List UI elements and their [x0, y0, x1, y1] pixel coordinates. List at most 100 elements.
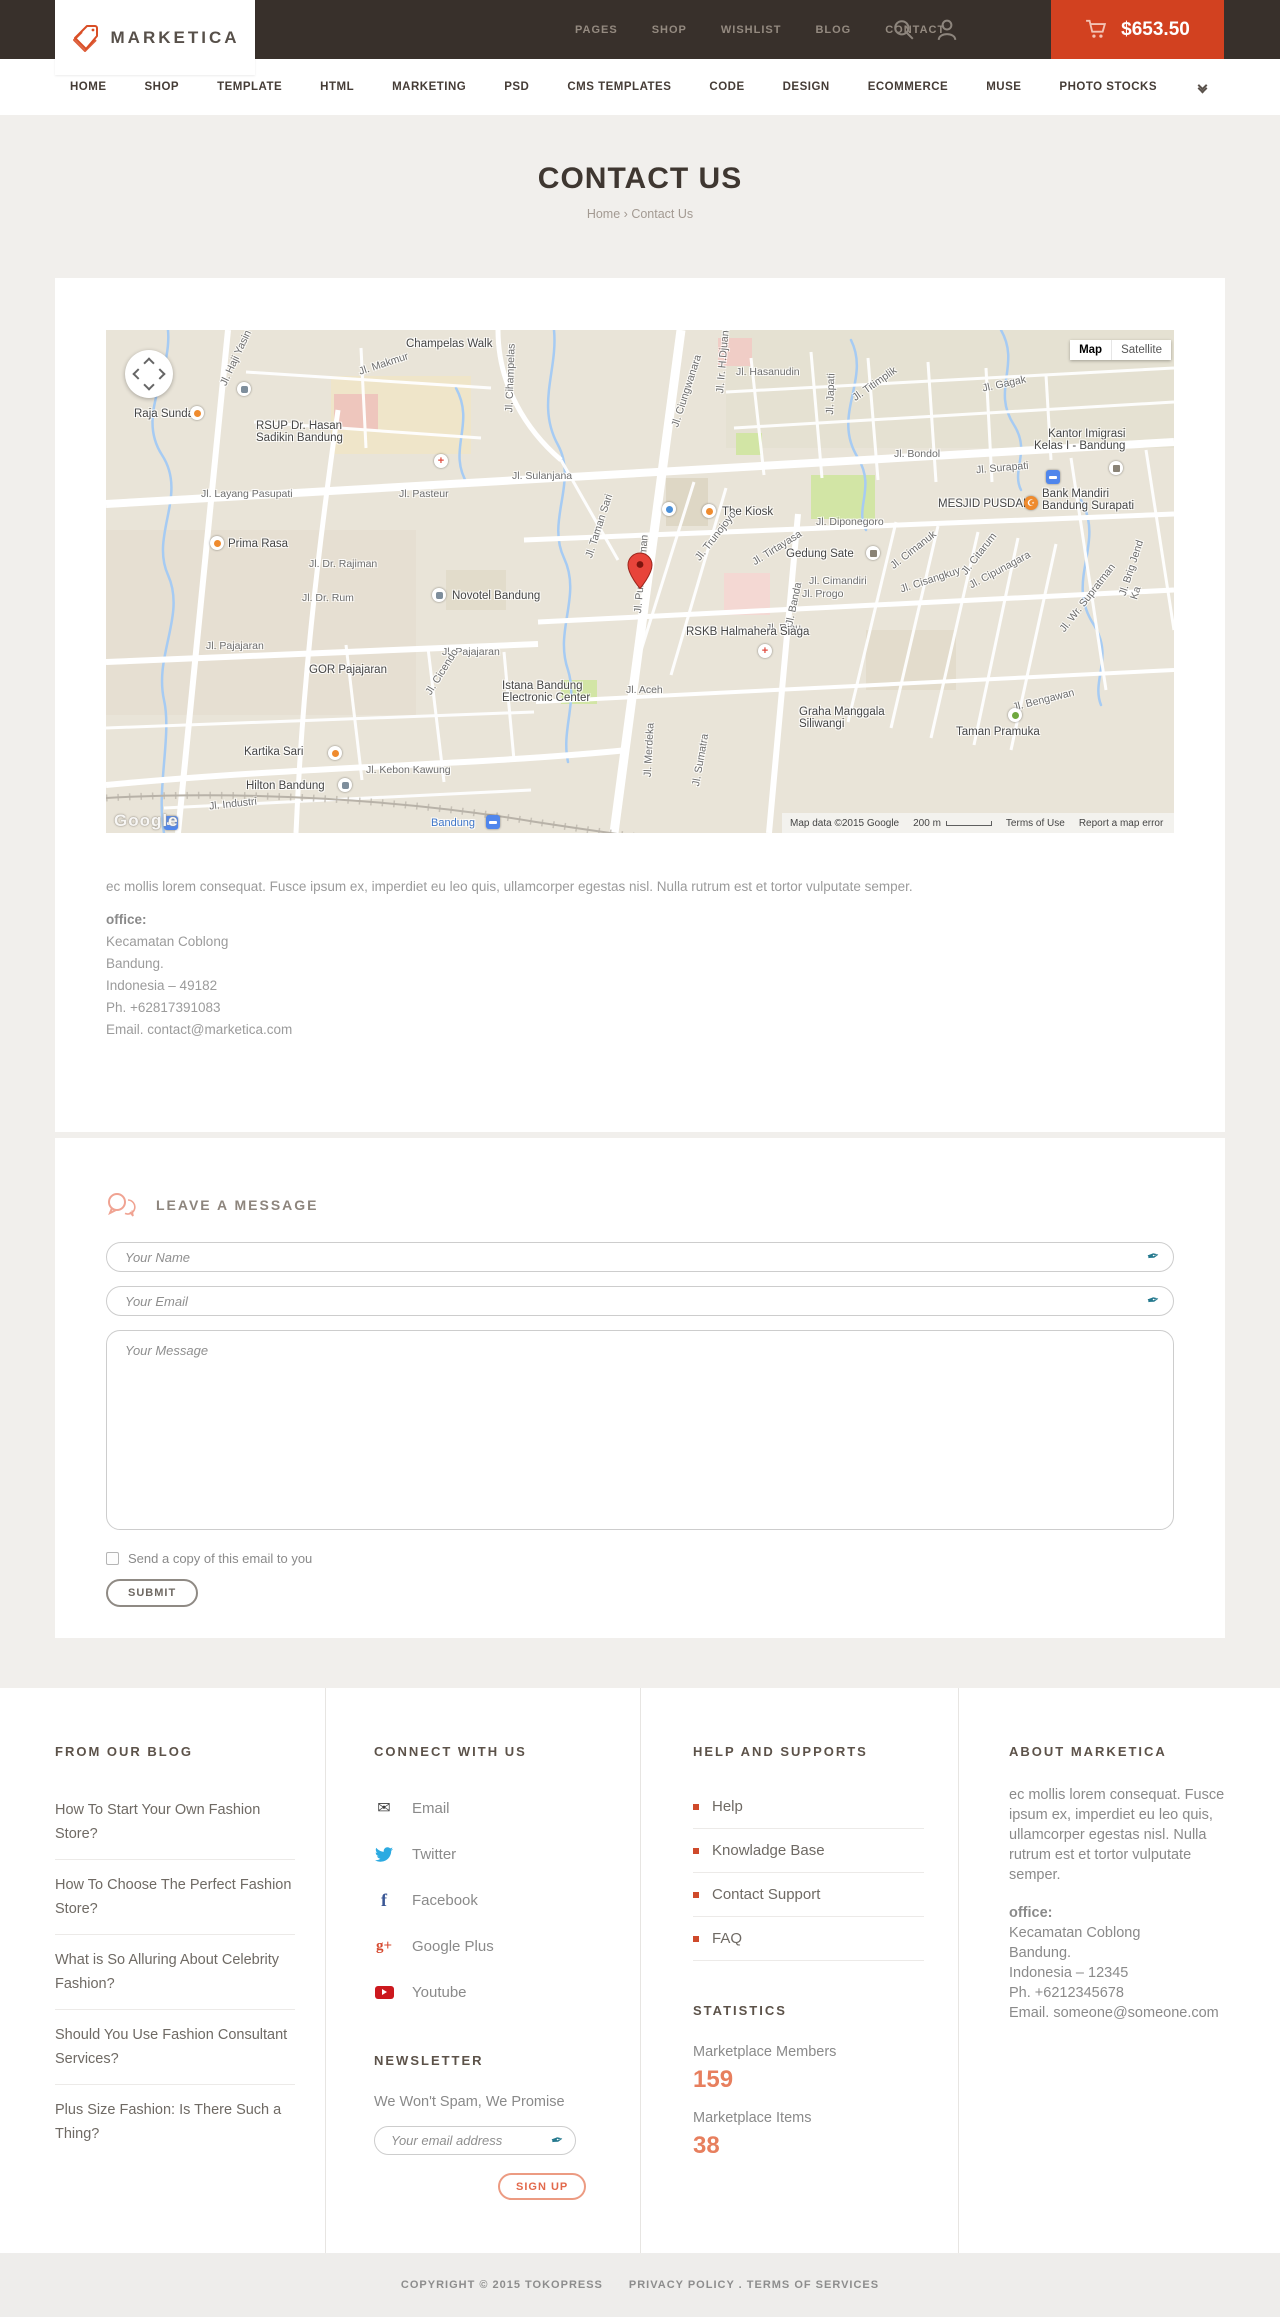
- page-header: CONTACT US Home › Contact Us: [0, 115, 1280, 278]
- nav-item-psd[interactable]: PSD: [504, 81, 529, 93]
- map-label: Jl. Cihampelas: [503, 343, 518, 413]
- help-link[interactable]: FAQ: [693, 1917, 924, 1961]
- about-email: Email. someone@someone.com: [1009, 2005, 1219, 2021]
- map-label: Champelas Walk: [406, 338, 493, 350]
- nav-item-code[interactable]: CODE: [709, 81, 744, 93]
- map-label: GOR Pajajaran: [309, 664, 387, 676]
- footer-connect-column: CONNECT WITH US ✉ Email Twitter f Facebo…: [325, 1688, 640, 2253]
- about-text: ec mollis lorem consequat. Fusce ipsum e…: [1009, 1787, 1225, 1883]
- brand-name: MARKETICA: [110, 27, 240, 47]
- blog-link[interactable]: Should You Use Fashion Consultant Servic…: [55, 2010, 295, 2085]
- help-link[interactable]: Help: [693, 1785, 924, 1829]
- social-link-youtube[interactable]: Youtube: [374, 1969, 610, 2015]
- send-copy-checkbox[interactable]: [106, 1552, 119, 1565]
- help-link[interactable]: Knowladge Base: [693, 1829, 924, 1873]
- office-label: office:: [106, 912, 147, 927]
- footer-connect-heading: CONNECT WITH US: [374, 1744, 527, 1759]
- help-link[interactable]: Contact Support: [693, 1873, 924, 1917]
- brand-logo[interactable]: MARKETICA: [55, 0, 255, 75]
- nav-item-marketing[interactable]: MARKETING: [392, 81, 466, 93]
- nav-item-template[interactable]: TEMPLATE: [217, 81, 282, 93]
- user-account-icon[interactable]: [937, 19, 957, 41]
- nav-item-home[interactable]: HOME: [70, 81, 107, 93]
- blog-link[interactable]: Plus Size Fashion: Is There Such a Thing…: [55, 2085, 295, 2159]
- message-textarea[interactable]: [106, 1330, 1174, 1530]
- newsletter-promise: We Won't Spam, We Promise: [374, 2094, 565, 2110]
- map-report-error-link[interactable]: Report a map error: [1079, 818, 1163, 829]
- pan-right-icon[interactable]: [154, 368, 166, 380]
- tag-logo-icon: [72, 24, 98, 52]
- social-link-twitter[interactable]: Twitter: [374, 1831, 610, 1877]
- map-poi-bank-icon: [1046, 470, 1060, 484]
- bullet-icon: [693, 1891, 699, 1898]
- header-link-wishlist[interactable]: WISHLIST: [721, 24, 782, 36]
- cart-button[interactable]: $653.50: [1051, 0, 1224, 59]
- map-label: Jl. Dr. Rum: [302, 592, 354, 604]
- map-marker-icon[interactable]: [627, 552, 653, 590]
- nav-item-muse[interactable]: MUSE: [986, 81, 1021, 93]
- map-data-credit: Map data ©2015 Google: [790, 817, 900, 829]
- footer-blog-heading: FROM OUR BLOG: [55, 1744, 193, 1759]
- chat-bubbles-icon: [108, 1193, 136, 1217]
- map-label: Jl. Cimandiri: [809, 575, 867, 587]
- map-pan-control[interactable]: [125, 350, 173, 398]
- bullet-icon: [693, 1803, 699, 1810]
- map-label: Jl. Japati: [823, 373, 838, 415]
- map-terms-link[interactable]: Terms of Use: [1006, 818, 1065, 829]
- header-link-blog[interactable]: BLOG: [815, 24, 851, 36]
- send-copy-row: Send a copy of this email to you: [106, 1551, 1174, 1566]
- contact-intro-text: ec mollis lorem consequat. Fusce ipsum e…: [106, 879, 913, 894]
- social-link-facebook[interactable]: f Facebook: [374, 1877, 610, 1923]
- pan-down-icon[interactable]: [143, 379, 155, 391]
- footer-blog-column: FROM OUR BLOG How To Start Your Own Fash…: [0, 1688, 325, 2253]
- nav-item-ecommerce[interactable]: ECOMMERCE: [868, 81, 949, 93]
- nav-more-chevron-icon[interactable]: [1195, 78, 1210, 96]
- breadcrumb-home[interactable]: Home: [587, 207, 620, 221]
- map-label: Graha Manggala Siliwangi: [799, 706, 885, 730]
- header-link-pages[interactable]: PAGES: [575, 24, 618, 36]
- google-map[interactable]: Champelas Walk Jl. Hasanudin Jl. Haji Ya…: [106, 330, 1174, 833]
- nav-item-photo-stocks[interactable]: PHOTO STOCKS: [1059, 81, 1157, 93]
- pan-left-icon[interactable]: [132, 368, 144, 380]
- nav-item-cms-templates[interactable]: CMS TEMPLATES: [567, 81, 671, 93]
- search-icon[interactable]: [893, 19, 915, 41]
- map-attribution: Map data ©2015 Google 200 m Terms of Use…: [782, 813, 1174, 833]
- map-poi-shopping-icon: [662, 502, 676, 516]
- stat-label: Marketplace Items: [693, 2110, 812, 2126]
- map-label: Raja Sunda: [134, 408, 195, 420]
- signup-button[interactable]: SIGN UP: [498, 2173, 587, 2200]
- map-poi-hospital-icon: +: [758, 644, 772, 658]
- header-link-shop[interactable]: SHOP: [652, 24, 687, 36]
- map-label-city: Bandung: [431, 817, 476, 829]
- about-address-line: Bandung.: [1009, 1945, 1072, 1961]
- social-link-google-plus[interactable]: g+ Google Plus: [374, 1923, 610, 1969]
- submit-button[interactable]: SUBMIT: [106, 1579, 199, 1607]
- office-email: Email. contact@marketica.com: [106, 1022, 293, 1037]
- office-address-line: Bandung.: [106, 956, 164, 971]
- blog-link[interactable]: What is So Alluring About Celebrity Fash…: [55, 1935, 295, 2010]
- copyright-text: COPYRIGHT © 2015 TOKOPRESS: [400, 2279, 603, 2291]
- blog-link[interactable]: How To Choose The Perfect Fashion Store?: [55, 1860, 295, 1935]
- map-scale-bar: 200 m: [913, 818, 992, 829]
- bullet-icon: [693, 1847, 699, 1854]
- map-label: Jl. Pasteur: [399, 488, 449, 500]
- blog-link[interactable]: How To Start Your Own Fashion Store?: [55, 1785, 295, 1860]
- name-input[interactable]: [106, 1242, 1174, 1272]
- stat-label: Marketplace Members: [693, 2044, 837, 2060]
- newsletter-email-input[interactable]: [374, 2126, 576, 2155]
- nav-item-design[interactable]: DESIGN: [783, 81, 830, 93]
- email-input[interactable]: [106, 1286, 1174, 1316]
- map-type-map-button[interactable]: Map: [1070, 340, 1112, 360]
- map-type-satellite-button[interactable]: Satellite: [1111, 340, 1171, 360]
- map-label: Jl. Pajajaran: [206, 640, 264, 652]
- pan-up-icon[interactable]: [143, 357, 155, 369]
- leave-message-card: LEAVE A MESSAGE ✒ ✒ Send a copy of this …: [55, 1138, 1225, 1638]
- copyright-links[interactable]: PRIVACY POLICY . TERMS OF SERVICES: [629, 2279, 879, 2291]
- nav-item-html[interactable]: HTML: [320, 81, 354, 93]
- footer-help-heading: HELP AND SUPPORTS: [693, 1744, 868, 1759]
- social-link-email[interactable]: ✉ Email: [374, 1785, 610, 1831]
- nav-item-shop[interactable]: SHOP: [144, 81, 179, 93]
- map-type-toggle: Map Satellite: [1070, 340, 1171, 360]
- map-label: Hilton Bandung: [246, 780, 325, 792]
- breadcrumb: Home › Contact Us: [0, 207, 1280, 221]
